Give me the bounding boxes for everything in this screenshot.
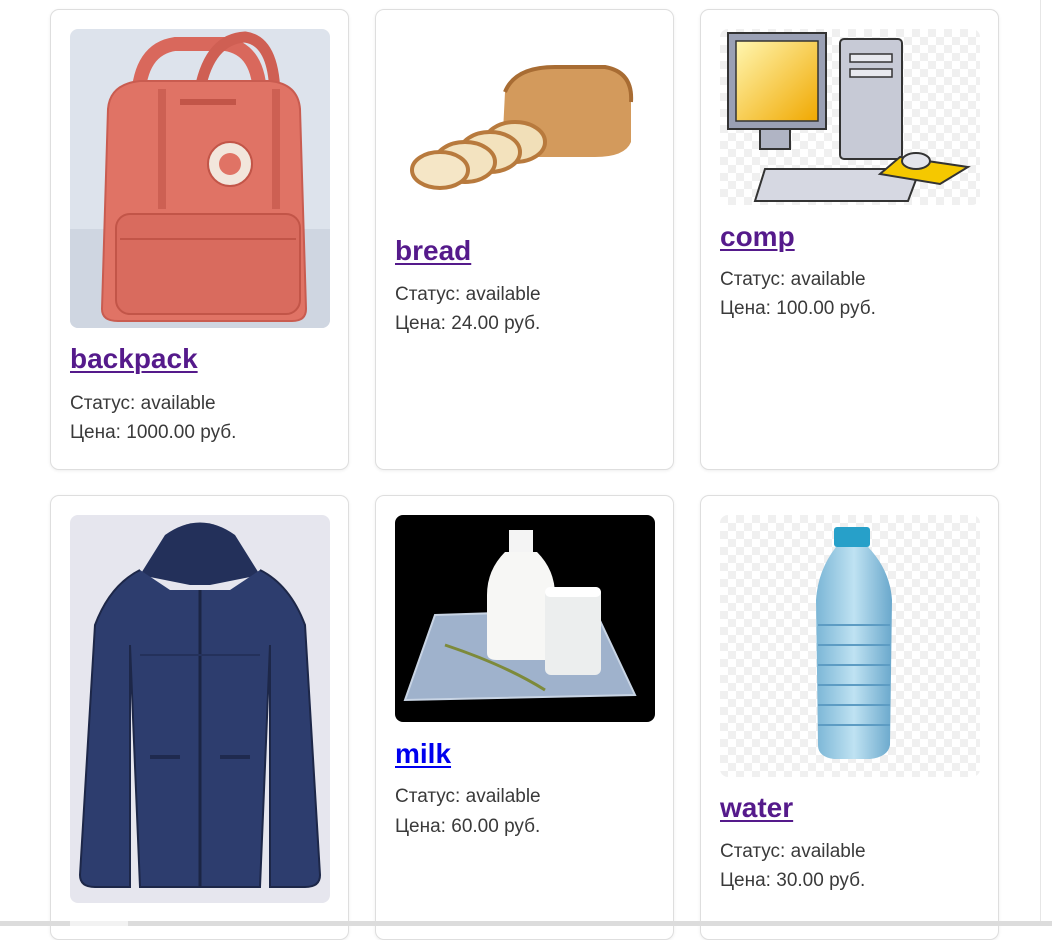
product-status: Статус: available	[395, 284, 541, 305]
vertical-scrollbar-edge	[1040, 0, 1041, 926]
product-title-link[interactable]: milk	[395, 738, 451, 770]
product-status: Статус: available	[720, 269, 866, 290]
product-title-link[interactable]: bread	[395, 235, 471, 267]
milk-image[interactable]	[395, 515, 655, 722]
horizontal-scrollbar-thumb[interactable]	[70, 921, 128, 926]
product-card-water: water Статус: available Цена: 30.00 руб.	[700, 495, 999, 940]
product-card-jacket	[50, 495, 349, 940]
product-price: Цена: 30.00 руб.	[720, 870, 866, 891]
product-status: Статус: available	[395, 786, 541, 807]
product-status: Статус: available	[70, 393, 216, 414]
water-bottle-image[interactable]	[720, 515, 980, 777]
product-price: Цена: 100.00 руб.	[720, 298, 876, 319]
product-price: Цена: 24.00 руб.	[395, 313, 541, 334]
product-card-backpack: backpack Статус: available Цена: 1000.00…	[50, 9, 349, 470]
product-status: Статус: available	[720, 841, 866, 862]
computer-image[interactable]	[720, 29, 980, 205]
jacket-image[interactable]	[70, 515, 330, 903]
product-card-milk: milk Статус: available Цена: 60.00 руб.	[375, 495, 674, 940]
product-title-link[interactable]: backpack	[70, 343, 198, 375]
backpack-image[interactable]	[70, 29, 330, 328]
bread-image[interactable]	[395, 62, 655, 202]
product-title-link[interactable]: water	[720, 792, 793, 824]
product-price: Цена: 1000.00 руб.	[70, 422, 237, 443]
product-title-link[interactable]: comp	[720, 221, 795, 253]
product-card-bread: bread Статус: available Цена: 24.00 руб.	[375, 9, 674, 470]
product-price: Цена: 60.00 руб.	[395, 816, 541, 837]
horizontal-scrollbar[interactable]	[0, 921, 1052, 926]
product-card-comp: comp Статус: available Цена: 100.00 руб.	[700, 9, 999, 470]
